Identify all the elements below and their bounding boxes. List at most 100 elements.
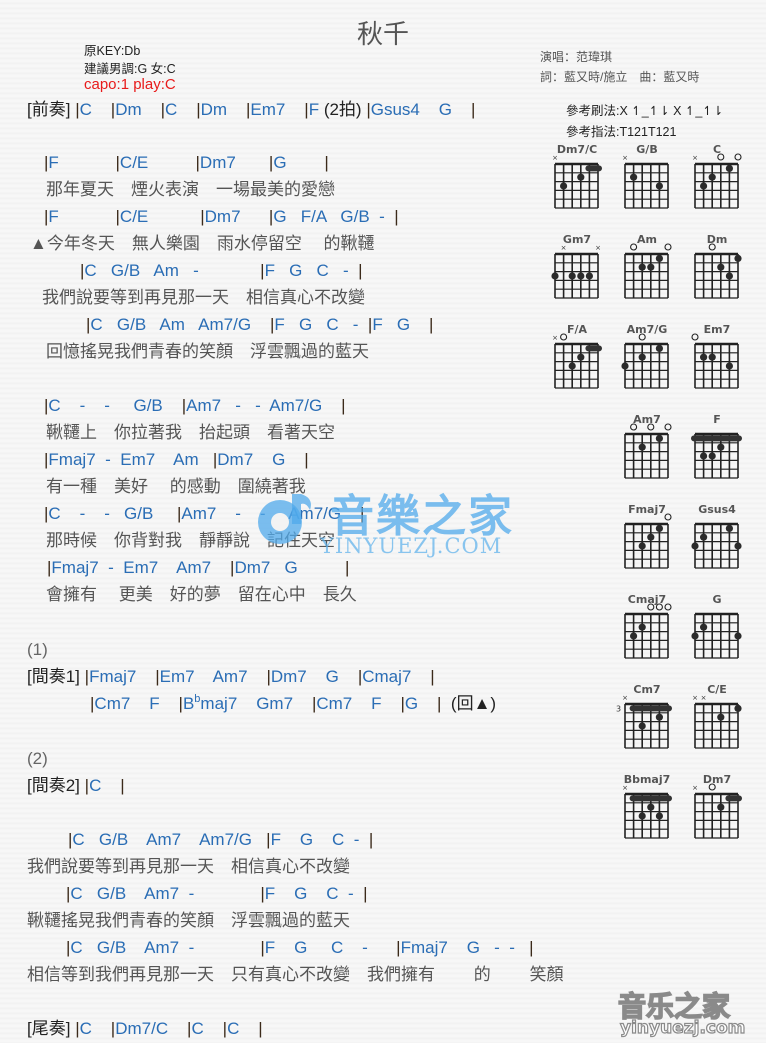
section-label: [間奏1] <box>27 667 80 686</box>
lyric-line: 鞦韆搖晃我們青春的笑顏 浮雲飄過的藍天 <box>27 911 350 930</box>
finger-dot <box>630 173 638 181</box>
spacing <box>168 1019 187 1038</box>
chord-line: [間奏2] |C | <box>27 776 125 796</box>
bar-line: | <box>430 667 435 686</box>
spacing <box>339 667 358 686</box>
chord-symbol: C <box>48 396 61 415</box>
bar-line: | <box>358 261 363 280</box>
spacing <box>275 261 289 280</box>
finger-dot <box>577 272 585 280</box>
spacing <box>111 450 120 469</box>
spacing <box>153 504 177 523</box>
chord-line: |F |C/E |Dm7 |G F/A G/B - | <box>44 207 399 227</box>
spacing <box>110 504 124 523</box>
chord-symbol: G <box>466 938 480 957</box>
chord-line: [尾奏] |C |Dm7/C |C |C | <box>27 1019 263 1039</box>
finger-dot <box>655 344 663 352</box>
bar-line: | <box>304 450 309 469</box>
chord-symbol: G/B <box>116 315 147 334</box>
chord-symbol: C <box>70 938 83 957</box>
spacing <box>285 450 304 469</box>
spacing <box>163 396 182 415</box>
chord-symbol: F <box>264 261 275 280</box>
finger-dot <box>717 713 725 721</box>
finger-dot <box>638 623 646 631</box>
spacing <box>130 694 149 713</box>
spacing <box>85 504 104 523</box>
chord-line: |C G/B Am7 - |F G C - |Fmaj7 G - - | <box>66 938 534 958</box>
spacing <box>204 1019 223 1038</box>
finger-dot <box>725 524 733 532</box>
chord-symbol: F <box>372 315 383 334</box>
suggested-key: 建議男調:G 女:C <box>84 62 176 76</box>
spacing <box>344 830 353 849</box>
chord-symbol: Cmaj7 <box>362 667 412 686</box>
base-fret-label: 3 <box>616 704 621 713</box>
finger-dot <box>655 434 663 442</box>
fretboard-grid: × <box>692 783 742 839</box>
chord-line: |C G/B Am Am7/G |F G C - |F G | <box>86 315 433 335</box>
spacing <box>83 884 97 903</box>
spacing <box>385 207 394 226</box>
spacing <box>326 207 340 226</box>
spacing <box>322 396 341 415</box>
chord-symbol: C <box>326 315 339 334</box>
spacing <box>359 830 368 849</box>
finger-dot <box>655 812 663 820</box>
chord-symbol: C <box>227 1019 240 1038</box>
chord-symbol: C <box>191 1019 204 1038</box>
chord-symbol: Gm7 <box>256 694 294 713</box>
spacing <box>441 694 450 713</box>
finger-dot <box>621 362 629 370</box>
spacing <box>285 100 304 119</box>
chord-symbol: Dm7 <box>204 207 241 226</box>
fretboard-grid <box>624 603 672 659</box>
chord-symbol: G/B <box>124 504 154 523</box>
chord-symbol: G <box>438 100 453 119</box>
spacing <box>253 450 272 469</box>
spacing <box>158 558 176 577</box>
bar-line: | <box>345 558 350 577</box>
chord-diagram-name: G <box>712 593 722 606</box>
spacing <box>236 153 269 172</box>
chord-line: |Fmaj7 - Em7 Am7 |Dm7 G | <box>47 558 349 578</box>
chord-symbol: Cm7 <box>316 694 353 713</box>
lyric-line: 回憶搖晃我們青春的笑顏 浮雲飄過的藍天 <box>46 342 369 361</box>
finger-dot <box>568 362 576 370</box>
spacing <box>194 884 260 903</box>
chord-symbol: Am <box>153 261 179 280</box>
chord-symbol: C/E <box>119 153 149 172</box>
finger-dot <box>647 533 655 541</box>
chord-symbol: F <box>264 938 276 957</box>
lyric-line: 相信等到我們再見那一天 只有真心不改變 我們擁有 的 笑顏 <box>27 965 564 984</box>
spacing <box>420 100 439 119</box>
fretboard-grid <box>691 432 742 479</box>
spacing <box>515 938 529 957</box>
finger-dot <box>655 524 663 532</box>
finger-dot <box>577 353 585 361</box>
spacing <box>251 315 270 334</box>
finger-dot <box>717 803 725 811</box>
finger-dot <box>691 542 699 550</box>
lyric-line: 我們說要等到再見那一天 相信真心不改變 <box>42 288 365 307</box>
spacing <box>329 261 343 280</box>
muted-string-icon: × <box>622 694 628 702</box>
chord-symbol: G <box>294 938 308 957</box>
finger-dot <box>734 254 742 262</box>
spacing <box>239 1019 258 1038</box>
chord-symbol: C <box>79 100 92 119</box>
spacing <box>241 207 269 226</box>
chord-symbol: Dm <box>115 100 142 119</box>
fretboard-grid <box>694 243 742 299</box>
finger-dot <box>700 353 708 361</box>
barre-icon <box>691 435 742 442</box>
spacing <box>61 396 80 415</box>
spacing <box>287 207 301 226</box>
spacing <box>185 315 198 334</box>
muted-string-icon: × <box>561 244 567 252</box>
spacing <box>181 830 199 849</box>
barre-icon <box>585 165 602 172</box>
original-key: 原KEY:Db <box>84 44 141 58</box>
ending-marker: (2) <box>27 749 48 768</box>
spacing <box>307 667 326 686</box>
